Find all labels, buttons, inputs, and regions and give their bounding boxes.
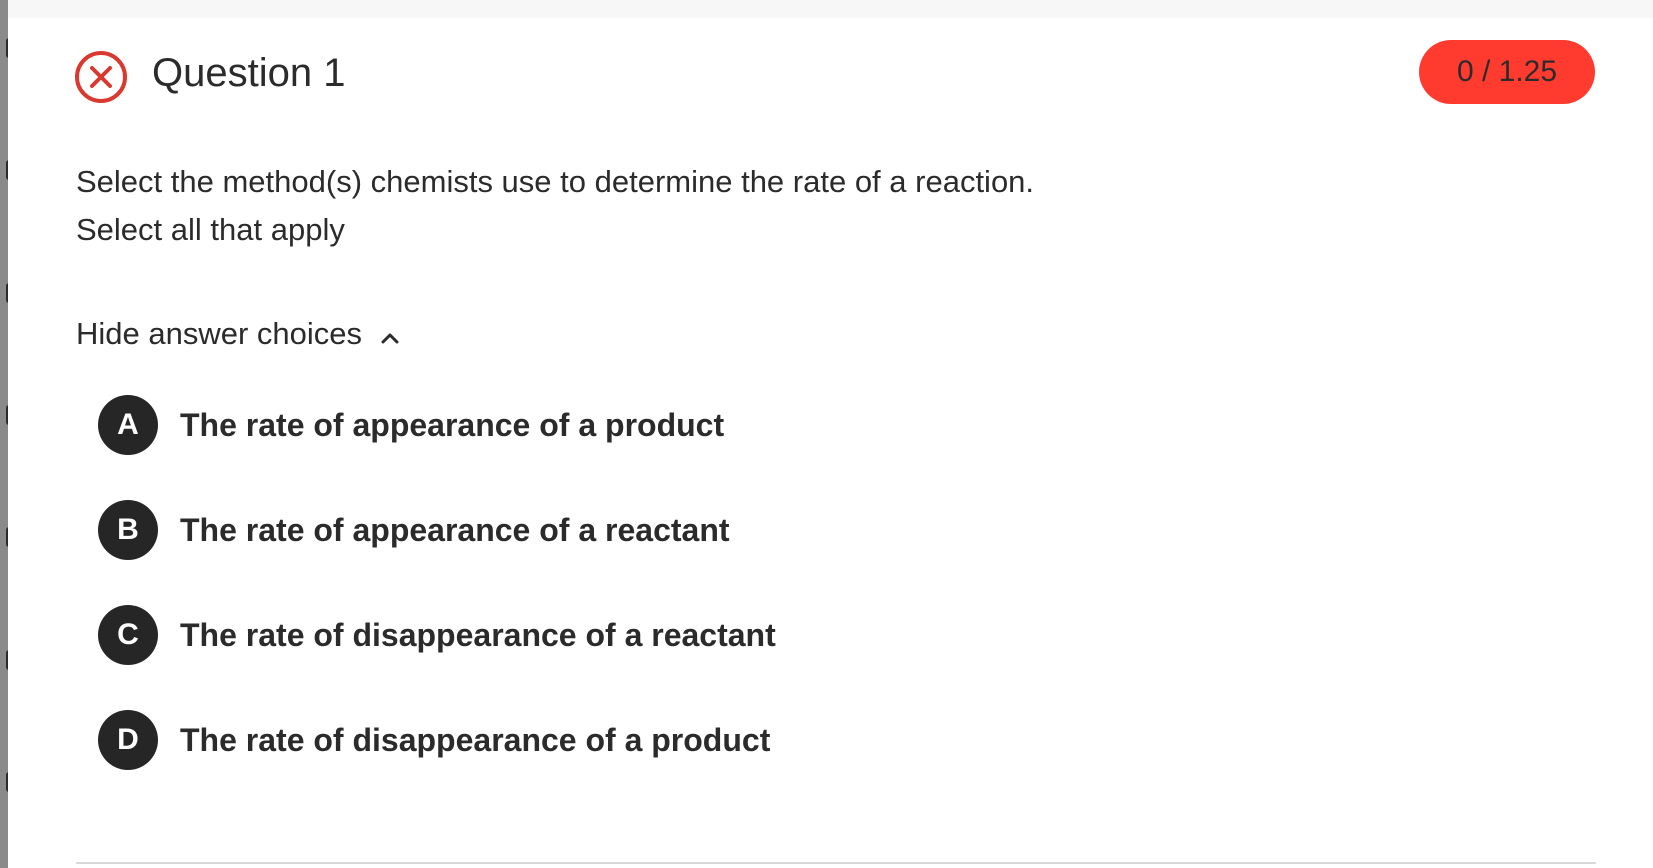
question-title: Question 1 [152, 51, 346, 95]
question-prompt: Select the method(s) chemists use to det… [76, 164, 1035, 199]
answer-choice-c[interactable]: C The rate of disappearance of a reactan… [98, 604, 776, 666]
section-divider [76, 862, 1596, 864]
choice-text: The rate of appearance of a reactant [180, 511, 730, 548]
top-strip [0, 0, 1653, 18]
question-instruction: Select all that apply [76, 212, 345, 247]
chevron-up-icon [381, 333, 399, 344]
choice-letter-badge: C [98, 605, 158, 665]
choice-letter-badge: D [98, 710, 158, 770]
left-rail [0, 0, 8, 868]
hide-answer-choices-toggle[interactable]: Hide answer choices [76, 312, 400, 356]
choice-text: The rate of disappearance of a reactant [180, 616, 776, 653]
choice-letter-badge: B [98, 500, 158, 560]
answer-choice-d[interactable]: D The rate of disappearance of a product [98, 709, 770, 771]
choice-text: The rate of disappearance of a product [180, 721, 771, 758]
x-circle-icon [75, 51, 127, 103]
answer-choice-a[interactable]: A The rate of appearance of a product [98, 394, 724, 456]
answer-choice-b[interactable]: B The rate of appearance of a reactant [98, 499, 730, 561]
toggle-label: Hide answer choices [76, 316, 363, 351]
choice-letter-badge: A [98, 395, 158, 455]
score-badge: 0 / 1.25 [1419, 40, 1595, 104]
choice-text: The rate of appearance of a product [180, 406, 725, 443]
